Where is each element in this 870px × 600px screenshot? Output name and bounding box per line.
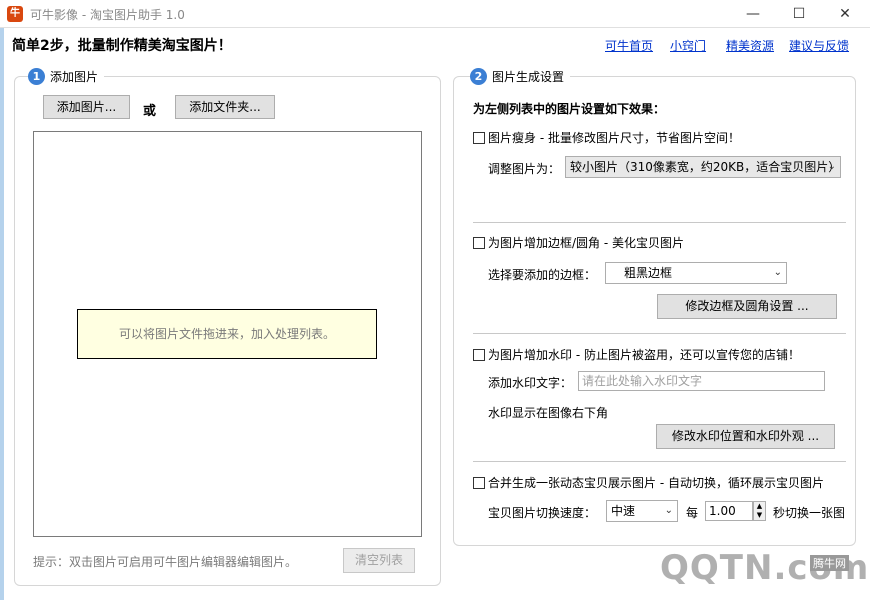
- seconds-input[interactable]: 1.00: [705, 501, 753, 521]
- footer-hint: 提示：双击图片可启用可牛图片编辑器编辑图片。: [33, 555, 298, 569]
- page-title: 简单2步，批量制作精美淘宝图片！: [12, 38, 232, 54]
- or-label: 或: [143, 104, 157, 119]
- speed-select-value: 中速: [611, 504, 636, 518]
- settings-intro: 为左侧列表中的图片设置如下效果：: [473, 102, 666, 116]
- divider: [473, 333, 846, 334]
- border-select[interactable]: 粗黑边框 ⌄: [605, 262, 787, 284]
- watermark-checkbox[interactable]: [473, 349, 485, 361]
- link-resources[interactable]: 精美资源: [726, 37, 774, 54]
- seconds-stepper[interactable]: ▲ ▼: [753, 501, 766, 521]
- chevron-down-icon: ⌄: [773, 267, 782, 278]
- step1-heading: 1 添加图片: [28, 68, 105, 85]
- close-button[interactable]: ✕: [822, 0, 868, 28]
- step1-badge: 1: [28, 68, 45, 85]
- link-feedback[interactable]: 建议与反馈: [789, 37, 849, 54]
- seconds-suffix: 秒切换一张图: [773, 506, 846, 520]
- chevron-down-icon: ⌄: [827, 161, 836, 172]
- size-select[interactable]: 较小图片（310像素宽，约20KB，适合宝贝图片） ⌄: [565, 156, 841, 178]
- title-bar: 牛 可牛影像 - 淘宝图片助手 1.0 — ☐ ✕: [0, 0, 870, 28]
- border-settings-button[interactable]: 修改边框及圆角设置 ...: [657, 294, 837, 319]
- border-select-label: 选择要添加的边框：: [488, 268, 597, 282]
- background-edge: [0, 28, 4, 600]
- resize-label: 图片瘦身 - 批量修改图片尺寸，节省图片空间！: [488, 131, 740, 145]
- border-checkbox[interactable]: [473, 237, 485, 249]
- watermark-text-input[interactable]: 请在此处输入水印文字: [578, 371, 825, 391]
- site-watermark-badge: 腾牛网: [810, 555, 849, 571]
- size-label: 调整图片为：: [488, 162, 561, 176]
- clear-list-button[interactable]: 清空列表: [343, 548, 415, 573]
- every-label: 每: [686, 506, 699, 520]
- drop-hint: 可以将图片文件拖进来，加入处理列表。: [77, 309, 377, 359]
- resize-checkbox[interactable]: [473, 132, 485, 144]
- link-home[interactable]: 可牛首页: [605, 37, 653, 54]
- divider: [473, 461, 846, 462]
- watermark-position-note: 水印显示在图像右下角: [488, 406, 609, 420]
- border-option[interactable]: 为图片增加边框/圆角 - 美化宝贝图片: [473, 234, 684, 251]
- step2-heading: 2 图片生成设置: [470, 68, 571, 85]
- app-icon: 牛: [7, 6, 23, 22]
- watermark-settings-button[interactable]: 修改水印位置和水印外观 ...: [656, 424, 835, 449]
- step2-badge: 2: [470, 68, 487, 85]
- speed-label: 宝贝图片切换速度：: [488, 506, 597, 520]
- add-folder-button[interactable]: 添加文件夹...: [175, 95, 275, 119]
- animation-checkbox[interactable]: [473, 477, 485, 489]
- chevron-down-icon: ⌄: [664, 505, 673, 516]
- animation-option[interactable]: 合并生成一张动态宝贝展示图片 - 自动切换，循环展示宝贝图片: [473, 474, 824, 491]
- window-title: 可牛影像 - 淘宝图片助手 1.0: [30, 8, 185, 22]
- border-label: 为图片增加边框/圆角 - 美化宝贝图片: [488, 236, 685, 250]
- step1-title: 添加图片: [50, 70, 99, 84]
- speed-select[interactable]: 中速 ⌄: [606, 500, 678, 522]
- resize-option[interactable]: 图片瘦身 - 批量修改图片尺寸，节省图片空间！: [473, 129, 740, 146]
- add-images-button[interactable]: 添加图片...: [43, 95, 130, 119]
- maximize-button[interactable]: ☐: [776, 0, 822, 28]
- step2-title: 图片生成设置: [492, 70, 565, 84]
- animation-label: 合并生成一张动态宝贝展示图片 - 自动切换，循环展示宝贝图片: [488, 476, 824, 490]
- watermark-label: 为图片增加水印 - 防止图片被盗用，还可以宣传您的店铺！: [488, 348, 800, 362]
- minimize-button[interactable]: —: [730, 0, 776, 28]
- watermark-text-label: 添加水印文字：: [488, 376, 573, 390]
- border-select-value: 粗黑边框: [624, 266, 673, 280]
- divider: [473, 222, 846, 223]
- watermark-option[interactable]: 为图片增加水印 - 防止图片被盗用，还可以宣传您的店铺！: [473, 346, 800, 363]
- link-tips[interactable]: 小窍门: [670, 37, 706, 54]
- size-select-value: 较小图片（310像素宽，约20KB，适合宝贝图片）: [570, 160, 841, 174]
